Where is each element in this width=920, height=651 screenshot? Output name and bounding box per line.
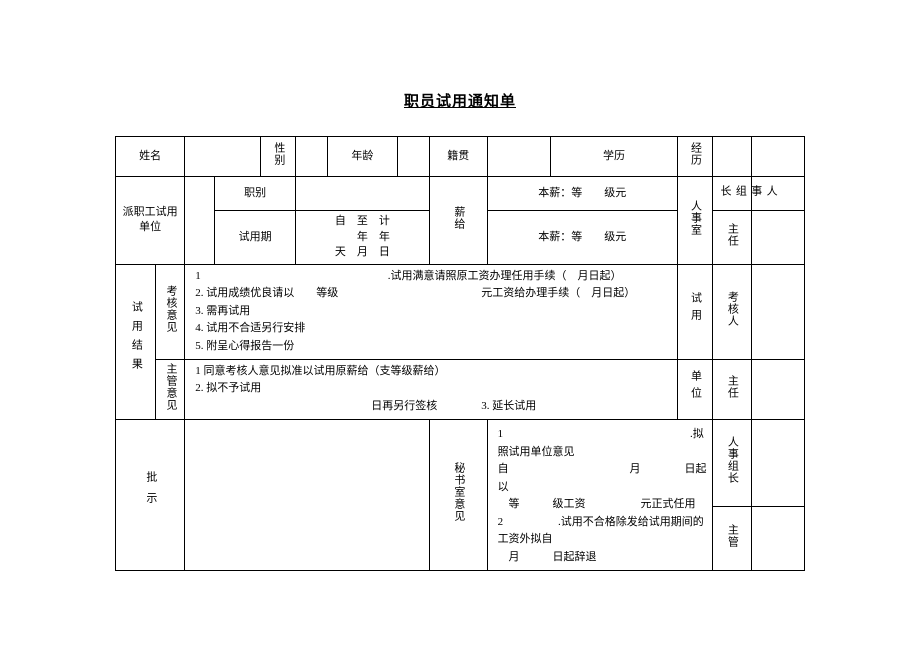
unit-cell	[185, 177, 215, 265]
base-salary-2: 本薪：等 级元	[487, 211, 677, 264]
approve-cell	[185, 419, 430, 570]
approve-label: 批示	[116, 419, 185, 570]
director-label: 主任	[712, 211, 751, 264]
sec-body: 1 .拟照试用单位意见 自 月 日起以 等 级工资 元正式任用 2 .试用不合格…	[487, 419, 712, 570]
origin-label: 籍贯	[429, 137, 487, 177]
mgr2-label: 主管	[712, 506, 751, 570]
director2-label: 主任	[712, 359, 751, 419]
gender-cell	[296, 137, 328, 177]
trial-label: 试用	[677, 264, 712, 359]
page-title: 职员试用通知单	[115, 90, 805, 111]
exp-label: 经历	[677, 137, 712, 177]
unit2-label: 单位	[677, 359, 712, 419]
assessor-cell	[751, 264, 804, 359]
form-table: 姓名 性别 年龄 籍贯 学历 经历 派职工试用单位 职别 薪给 本薪：等 级元 …	[115, 136, 805, 571]
gender-label: 性别	[261, 137, 296, 177]
origin-cell	[487, 137, 550, 177]
hr-leader-label: 人事组长	[712, 177, 751, 211]
director2-cell	[751, 359, 804, 419]
edu-label: 学历	[551, 137, 678, 177]
result-label: 试用结果	[116, 264, 156, 419]
period-cell: 自 至 计 年 年 天 月 日	[296, 211, 430, 264]
mgr-body: 1 同意考核人意见拟准以试用原薪给（支等级薪给） 2. 拟不予试用 日再另行签核…	[185, 359, 678, 419]
mgr-label: 主管意见	[156, 359, 185, 419]
rank-cell	[296, 177, 430, 211]
period-label: 试用期	[215, 211, 296, 264]
unit-label: 派职工试用单位	[116, 177, 185, 265]
exp-cell	[712, 137, 751, 177]
assess-label: 考核意见	[156, 264, 185, 359]
mgr2-cell	[751, 506, 804, 570]
hr-leader2-label: 人事组长	[712, 419, 751, 506]
hr-room-label: 人事室	[677, 177, 712, 265]
name-cell	[185, 137, 261, 177]
assessor-label: 考核人	[712, 264, 751, 359]
salary-label: 薪给	[429, 177, 487, 265]
rank-label: 职别	[215, 177, 296, 211]
assess-body: 1 .试用满意请照原工资办理任用手续（ 月日起） 2. 试用成绩优良请以 等级 …	[185, 264, 678, 359]
hr-leader2-cell	[751, 419, 804, 506]
exp-cell-2	[751, 137, 804, 177]
age-label: 年龄	[328, 137, 397, 177]
sec-label: 秘书室意见	[429, 419, 487, 570]
age-cell	[397, 137, 429, 177]
base-salary-1: 本薪：等 级元	[487, 177, 677, 211]
name-label: 姓名	[116, 137, 185, 177]
director-cell	[751, 211, 804, 264]
